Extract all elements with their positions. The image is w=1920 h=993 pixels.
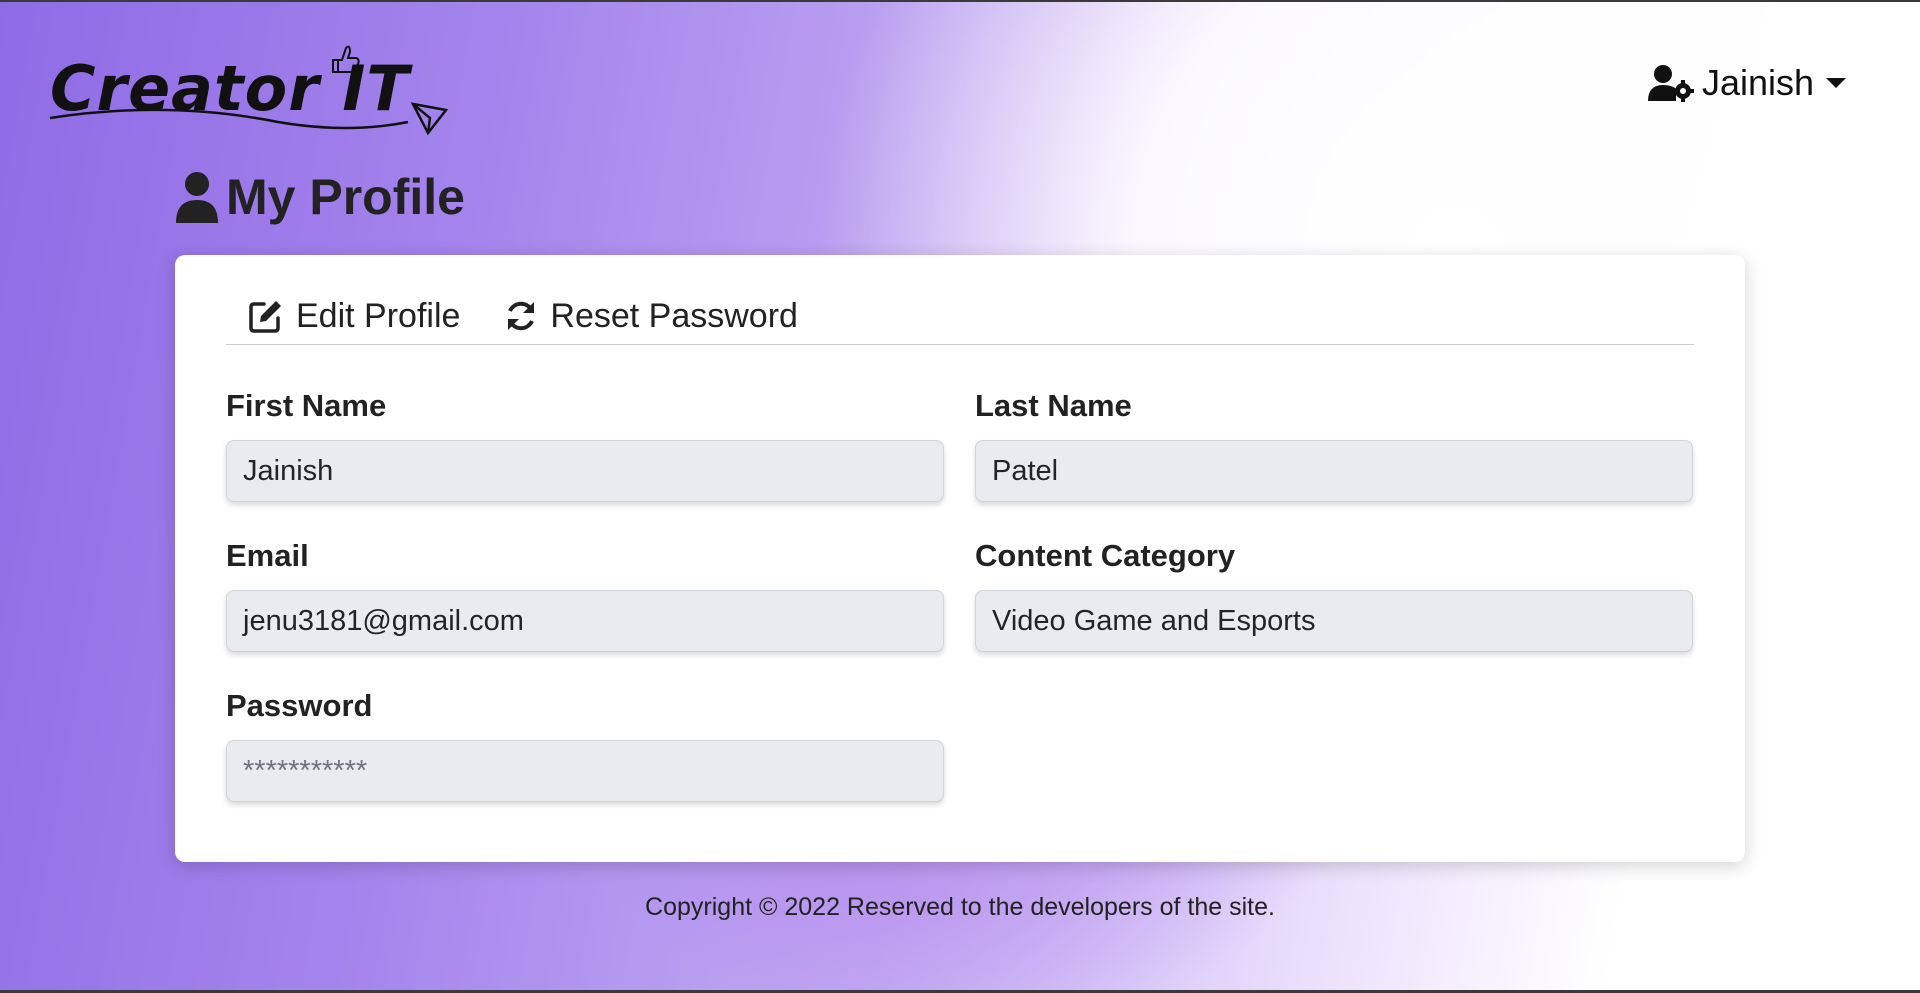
- creator-it-logo[interactable]: Creator IT: [48, 30, 458, 140]
- tab-edit-profile-label: Edit Profile: [296, 296, 461, 335]
- top-border: [0, 0, 1920, 2]
- user-icon: [176, 172, 218, 223]
- email-group: Email jenu3181@gmail.com: [226, 536, 944, 652]
- first-name-label: First Name: [226, 388, 387, 423]
- profile-tabs: Edit Profile Reset Password: [226, 290, 1694, 345]
- first-name-field[interactable]: Jainish: [226, 440, 944, 502]
- footer-copyright: Copyright © 2022 Reserved to the develop…: [645, 893, 1275, 921]
- last-name-field[interactable]: Patel: [975, 440, 1693, 502]
- tab-edit-profile[interactable]: Edit Profile: [248, 290, 460, 342]
- first-name-group: First Name Jainish: [226, 386, 944, 502]
- profile-card: Edit Profile Reset Password First Name J…: [175, 255, 1745, 862]
- password-group: Password ***********: [226, 686, 944, 802]
- edit-icon: [249, 301, 281, 333]
- tab-reset-password[interactable]: Reset Password: [504, 290, 798, 342]
- thumbs-up-icon: [332, 45, 360, 73]
- page-title: My Profile: [174, 168, 465, 226]
- logo-swoosh: [49, 108, 409, 130]
- last-name-label: Last Name: [975, 388, 1132, 423]
- paper-plane-icon: [410, 102, 449, 136]
- chevron-down-icon: [1826, 78, 1847, 88]
- password-field[interactable]: ***********: [226, 740, 944, 802]
- content-category-group: Content Category Video Game and Esports: [975, 536, 1693, 652]
- email-label: Email: [226, 538, 309, 573]
- user-menu-dropdown[interactable]: Jainish: [1648, 62, 1847, 104]
- content-category-field[interactable]: Video Game and Esports: [975, 590, 1693, 652]
- logo-decoration: [49, 45, 449, 136]
- last-name-group: Last Name Patel: [975, 386, 1693, 502]
- page-title-text: My Profile: [226, 169, 465, 225]
- password-label: Password: [226, 688, 373, 723]
- user-name: Jainish: [1702, 62, 1815, 103]
- email-field[interactable]: jenu3181@gmail.com: [226, 590, 944, 652]
- refresh-icon: [508, 301, 535, 331]
- user-gear-icon: [1648, 65, 1694, 102]
- tab-reset-password-label: Reset Password: [550, 296, 798, 335]
- content-category-label: Content Category: [975, 538, 1236, 573]
